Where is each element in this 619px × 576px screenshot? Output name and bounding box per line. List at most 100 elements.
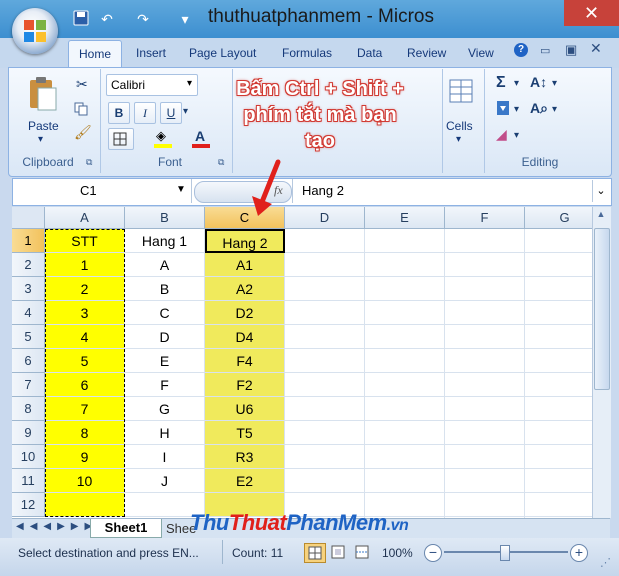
copy-icon[interactable] [74, 102, 88, 116]
save-icon[interactable] [72, 10, 90, 28]
italic-button[interactable]: I [134, 102, 156, 124]
worksheet-grid[interactable]: A B C D E F G 1 2 3 4 5 6 7 8 9 10 11 12… [12, 207, 592, 518]
cell-a4[interactable]: 3 [45, 301, 125, 325]
cell-c9[interactable]: T5 [205, 421, 285, 445]
borders-button[interactable] [108, 128, 134, 150]
resize-grip-icon[interactable]: ⋰ [600, 556, 611, 569]
row-header[interactable]: 12 [12, 493, 45, 517]
tab-page-layout[interactable]: Page Layout [189, 46, 256, 60]
sort-filter-icon[interactable]: A↕ [530, 74, 547, 90]
cell-c2[interactable]: A1 [205, 253, 285, 277]
row-header[interactable]: 6 [12, 349, 45, 373]
name-box[interactable] [13, 179, 192, 203]
cell-a2[interactable]: 1 [45, 253, 125, 277]
row-header[interactable]: 11 [12, 469, 45, 493]
row-header[interactable]: 7 [12, 373, 45, 397]
cells-dropdown-icon[interactable]: ▾ [456, 134, 461, 145]
cell-a5[interactable]: 4 [45, 325, 125, 349]
tab-insert[interactable]: Insert [136, 46, 166, 60]
cell-b10[interactable]: I [125, 445, 205, 469]
cell-c5[interactable]: D4 [205, 325, 285, 349]
cell-b1[interactable]: Hang 1 [125, 229, 205, 253]
scroll-up-icon[interactable]: ▲ [594, 209, 608, 223]
qat-customize-icon[interactable]: ▾ [176, 10, 194, 28]
cell-b5[interactable]: D [125, 325, 205, 349]
office-button[interactable] [12, 8, 58, 54]
restore-icon[interactable]: ▣ [565, 42, 577, 58]
cell-b9[interactable]: H [125, 421, 205, 445]
row-header[interactable]: 9 [12, 421, 45, 445]
sheet-tab-sheet1[interactable]: Sheet1 [90, 519, 162, 538]
zoom-out-icon[interactable]: − [424, 544, 442, 562]
cell-c8[interactable]: U6 [205, 397, 285, 421]
column-header-e[interactable]: E [365, 207, 445, 229]
tab-data[interactable]: Data [357, 46, 382, 60]
window-close-icon[interactable]: ✕ [590, 40, 602, 57]
tab-review[interactable]: Review [407, 46, 446, 60]
empty-cells[interactable] [285, 229, 592, 518]
tab-view[interactable]: View [468, 46, 494, 60]
cell-b2[interactable]: A [125, 253, 205, 277]
cell-a6[interactable]: 5 [45, 349, 125, 373]
zoom-slider-thumb[interactable] [500, 545, 510, 561]
cell-c7[interactable]: F2 [205, 373, 285, 397]
normal-view-icon[interactable] [304, 543, 326, 563]
bold-button[interactable]: B [108, 102, 130, 124]
clipboard-launcher-icon[interactable]: ⧉ [86, 157, 92, 168]
expand-formula-bar-icon[interactable]: ⌄ [592, 180, 609, 202]
fill-color-button[interactable]: ◈ [152, 128, 174, 148]
zoom-in-icon[interactable]: + [570, 544, 588, 562]
row-header[interactable]: 4 [12, 301, 45, 325]
cell-b4[interactable]: C [125, 301, 205, 325]
cell-b11[interactable]: J [125, 469, 205, 493]
column-header-d[interactable]: D [285, 207, 365, 229]
tab-formulas[interactable]: Formulas [282, 46, 332, 60]
cell-a10[interactable]: 9 [45, 445, 125, 469]
column-header-b[interactable]: B [125, 207, 205, 229]
cell-a8[interactable]: 7 [45, 397, 125, 421]
cell-a9[interactable]: 8 [45, 421, 125, 445]
select-all-corner[interactable] [12, 207, 45, 229]
format-painter-icon[interactable]: 🖌 [74, 124, 92, 141]
cell-c10[interactable]: R3 [205, 445, 285, 469]
cell-c4[interactable]: D2 [205, 301, 285, 325]
cell-b7[interactable]: F [125, 373, 205, 397]
cell-b3[interactable]: B [125, 277, 205, 301]
close-button[interactable]: ✕ [564, 0, 619, 26]
autosum-icon[interactable]: Σ [496, 74, 506, 92]
clear-dropdown-icon[interactable]: ▾ [514, 130, 519, 141]
formula-input[interactable]: Hang 2 [302, 183, 344, 198]
fill-icon[interactable] [496, 100, 510, 116]
find-select-dropdown-icon[interactable]: ▾ [552, 104, 557, 115]
font-dropdown-icon[interactable]: ▾ [187, 78, 192, 89]
row-header[interactable]: 3 [12, 277, 45, 301]
paste-dropdown-icon[interactable]: ▾ [38, 134, 43, 145]
name-box-dropdown-icon[interactable]: ▼ [176, 184, 186, 195]
minimize-ribbon-icon[interactable]: ▭ [540, 44, 552, 57]
page-layout-view-icon[interactable] [328, 543, 348, 561]
column-header-f[interactable]: F [445, 207, 525, 229]
font-launcher-icon[interactable]: ⧉ [218, 157, 224, 168]
row-header[interactable]: 1 [12, 229, 45, 253]
row-header[interactable]: 5 [12, 325, 45, 349]
cell-a12[interactable] [45, 493, 125, 517]
page-break-view-icon[interactable] [352, 543, 372, 561]
cells-icon[interactable] [448, 78, 474, 104]
help-icon[interactable]: ? [514, 43, 528, 57]
paste-icon[interactable] [26, 76, 60, 112]
cell-c11[interactable]: E2 [205, 469, 285, 493]
tab-home[interactable]: Home [68, 40, 122, 69]
find-select-icon[interactable]: A⌕ [530, 100, 548, 117]
sort-filter-dropdown-icon[interactable]: ▾ [552, 78, 557, 89]
cell-a7[interactable]: 6 [45, 373, 125, 397]
autosum-dropdown-icon[interactable]: ▾ [514, 78, 519, 89]
redo-icon[interactable]: ↷ [134, 10, 152, 28]
column-header-a[interactable]: A [45, 207, 125, 229]
cell-c6[interactable]: F4 [205, 349, 285, 373]
cell-b8[interactable]: G [125, 397, 205, 421]
underline-button[interactable]: U [160, 102, 182, 124]
vertical-scroll-thumb[interactable] [594, 228, 610, 390]
cell-a11[interactable]: 10 [45, 469, 125, 493]
font-name-select[interactable]: Calibri ▾ [106, 74, 198, 96]
sheet-nav-icons[interactable]: ◀◀◀▶▶▶ [16, 521, 98, 532]
